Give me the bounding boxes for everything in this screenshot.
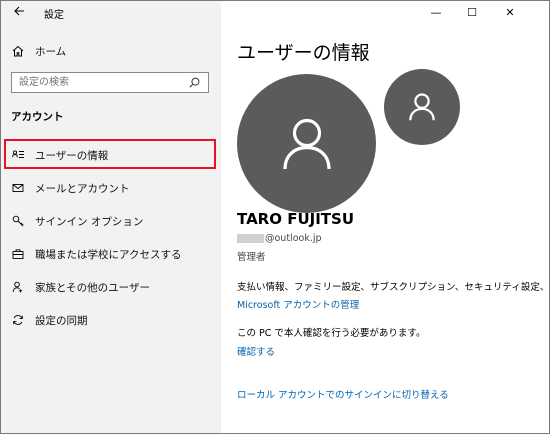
search-icon[interactable] — [186, 77, 202, 88]
person-icon — [409, 93, 435, 121]
sidebar-item-home[interactable]: ホーム — [1, 36, 221, 66]
avatar-small — [384, 69, 460, 145]
back-arrow-icon — [14, 6, 24, 16]
email-domain: @outlook.jp — [265, 233, 322, 244]
briefcase-icon — [11, 247, 25, 261]
selected-item-highlight — [4, 139, 216, 169]
home-icon — [11, 44, 25, 58]
switch-local-account-link[interactable]: ローカル アカウントでのサインインに切り替える — [237, 387, 449, 401]
mail-icon — [11, 181, 25, 195]
sidebar-item-label: メールとアカウント — [35, 182, 130, 195]
back-button[interactable] — [11, 5, 27, 21]
sidebar-item-mail-accounts[interactable]: メールとアカウント — [1, 173, 221, 203]
sidebar-item-work-school[interactable]: 職場または学校にアクセスする — [1, 239, 221, 269]
person-add-icon — [11, 280, 25, 294]
settings-window: 設定 ホーム アカウント ユーザーの情報 メールとアカウント — [0, 0, 550, 434]
page-title: ユーザーの情報 — [237, 42, 370, 64]
key-icon — [11, 214, 25, 228]
avatar — [237, 74, 376, 213]
sync-icon — [11, 313, 25, 327]
sidebar: 設定 ホーム アカウント ユーザーの情報 メールとアカウント — [1, 1, 221, 433]
sidebar-item-signin-options[interactable]: サインイン オプション — [1, 206, 221, 236]
sidebar-item-family-users[interactable]: 家族とその他のユーザー — [1, 272, 221, 302]
sidebar-item-label: サインイン オプション — [35, 215, 144, 228]
sidebar-item-label: 職場または学校にアクセスする — [35, 248, 182, 261]
billing-description: 支払い情報、ファミリー設定、サブスクリプション、セキュリティ設定、その他 — [237, 282, 550, 293]
section-title: アカウント — [11, 111, 64, 123]
person-icon — [282, 118, 331, 169]
sidebar-item-label: 家族とその他のユーザー — [35, 281, 150, 294]
user-name: TARO FUJITSU — [237, 210, 355, 228]
sidebar-item-sync-settings[interactable]: 設定の同期 — [1, 305, 221, 335]
manage-account-link[interactable]: Microsoft アカウントの管理 — [237, 297, 359, 311]
verify-description: この PC で本人確認を行う必要があります。 — [237, 328, 426, 339]
verify-link[interactable]: 確認する — [237, 344, 275, 358]
search-input[interactable] — [12, 72, 186, 93]
user-email: @outlook.jp — [237, 233, 322, 244]
sidebar-item-label: 設定の同期 — [35, 314, 88, 327]
app-title: 設定 — [44, 10, 64, 21]
email-redaction — [237, 234, 264, 243]
sidebar-item-label: ホーム — [35, 45, 67, 58]
account-type: 管理者 — [237, 252, 266, 263]
main-content: ユーザーの情報 TARO FUJITSU @outlook.jp 管理者 支払い… — [221, 1, 549, 433]
search-box[interactable] — [11, 72, 209, 93]
